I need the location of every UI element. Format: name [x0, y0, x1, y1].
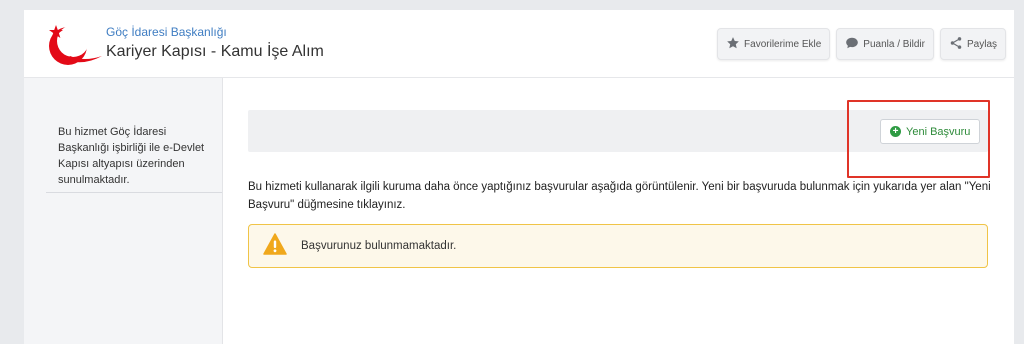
sidebar-divider: [46, 192, 222, 193]
main-content: + Yeni Başvuru Bu hizmeti kullanarak ilg…: [222, 78, 1014, 344]
new-application-label: Yeni Başvuru: [906, 125, 971, 138]
sidebar: Bu hizmet Göç İdaresi Başkanlığı işbirli…: [24, 78, 222, 344]
header-actions: Favorilerime Ekle Puanla / Bildir Paylaş: [717, 28, 1006, 60]
warning-icon: [263, 232, 287, 260]
share-button[interactable]: Paylaş: [939, 28, 1006, 60]
new-application-button[interactable]: + Yeni Başvuru: [880, 119, 981, 144]
rate-report-label: Puanla / Bildir: [863, 38, 925, 50]
share-label: Paylaş: [966, 38, 997, 50]
alert-message: Başvurunuz bulunmamaktadır.: [301, 240, 457, 252]
agency-logo: [44, 22, 104, 68]
service-title: Kariyer Kapısı - Kamu İşe Alım: [106, 43, 324, 60]
rate-report-button[interactable]: Puanla / Bildir: [836, 28, 934, 60]
sidebar-info-text: Bu hizmet Göç İdaresi Başkanlığı işbirli…: [58, 126, 205, 186]
page-header: Göç İdaresi Başkanlığı Kariyer Kapısı - …: [24, 10, 1014, 78]
add-favorite-label: Favorilerime Ekle: [744, 38, 822, 50]
page-container: Göç İdaresi Başkanlığı Kariyer Kapısı - …: [24, 10, 1014, 344]
share-icon: [949, 36, 963, 53]
star-icon: [726, 36, 740, 53]
no-application-alert: Başvurunuz bulunmamaktadır.: [248, 224, 988, 268]
comment-icon: [845, 36, 859, 53]
plus-circle-icon: +: [890, 126, 901, 137]
toolbar-bar: [248, 110, 988, 152]
add-favorite-button[interactable]: Favorilerime Ekle: [717, 28, 831, 60]
description-text: Bu hizmeti kullanarak ilgili kuruma daha…: [248, 181, 991, 211]
agency-name[interactable]: Göç İdaresi Başkanlığı: [106, 25, 227, 39]
